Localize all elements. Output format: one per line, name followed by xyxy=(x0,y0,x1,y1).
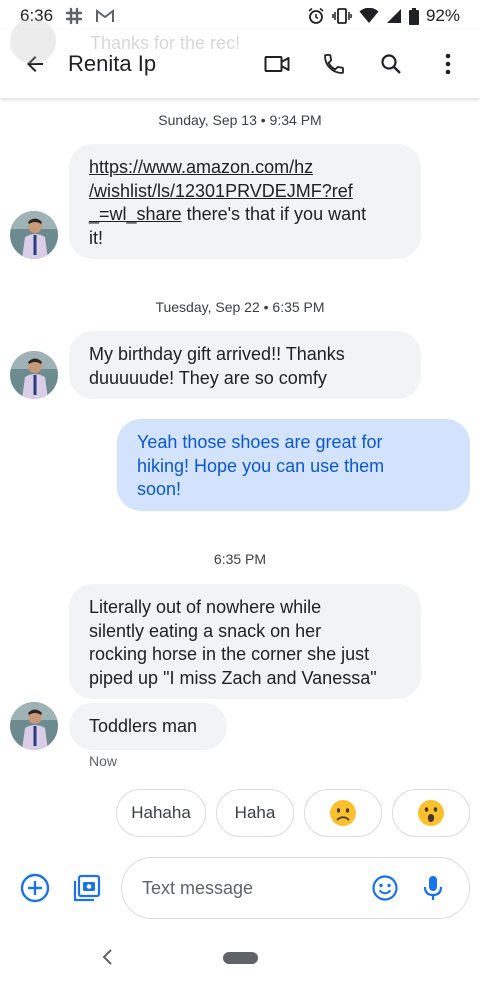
avatar[interactable] xyxy=(10,211,58,259)
chevron-left-icon xyxy=(102,949,112,965)
message-text: piped up "I miss Zach and Vanessa" xyxy=(89,667,377,688)
message-bubble-outgoing[interactable]: Yeah those shoes are great for hiking! H… xyxy=(117,419,470,511)
suggestion-label: Haha xyxy=(234,803,276,822)
battery-icon xyxy=(408,7,419,25)
status-bar: 6:36 92% xyxy=(0,0,480,32)
microphone-icon xyxy=(423,876,443,900)
add-circle-icon xyxy=(20,873,50,903)
wifi-icon xyxy=(359,8,379,24)
home-pill[interactable] xyxy=(223,952,258,964)
compose-bar xyxy=(0,857,480,919)
vibrate-icon xyxy=(332,8,352,24)
date-separator: Tuesday, Sep 22 • 6:35 PM xyxy=(155,299,325,315)
avatar[interactable] xyxy=(10,351,58,399)
photo-camera-icon xyxy=(73,874,101,902)
message-status: Now xyxy=(89,753,118,769)
message-text: duuuuude! They are so comfy xyxy=(89,367,327,388)
message-text: silently eating a snack on her xyxy=(89,620,322,641)
message-link[interactable]: /wishlist/ls/12301PRVDEJMF?ref xyxy=(89,181,353,201)
suggestion-chip-hahaha[interactable]: Hahaha xyxy=(116,789,206,837)
more-vert-icon xyxy=(445,53,451,75)
gallery-button[interactable] xyxy=(63,864,111,912)
suggestion-label: Hahaha xyxy=(131,803,191,822)
message-text: rocking horse in the corner she just xyxy=(89,644,370,664)
message-text: My birthday gift arrived!! Thanks xyxy=(89,344,345,364)
message-bubble-incoming[interactable]: Literally out of nowhere while silently … xyxy=(69,584,421,699)
date-separator: Sunday, Sep 13 • 9:34 PM xyxy=(158,112,322,128)
voice-input-button[interactable] xyxy=(409,864,457,912)
back-button[interactable] xyxy=(11,40,59,88)
compose-field[interactable] xyxy=(121,857,470,919)
text-message-input[interactable] xyxy=(142,877,362,899)
more-options-button[interactable] xyxy=(424,40,472,88)
message-text: it! xyxy=(89,227,104,248)
message-text: there's that if you want xyxy=(181,204,367,224)
message-bubble-incoming[interactable]: My birthday gift arrived!! Thanks duuuuu… xyxy=(69,331,421,399)
message-bubble-incoming[interactable]: Toddlers man xyxy=(69,703,227,750)
message-bubble-incoming[interactable]: https://www.amazon.com/hz /wishlist/ls/1… xyxy=(69,144,421,259)
add-attachment-button[interactable] xyxy=(11,864,59,912)
surprised-face-emoji-icon xyxy=(418,800,444,826)
suggestion-chip-haha[interactable]: Haha xyxy=(216,789,294,837)
arrow-back-icon xyxy=(27,56,43,72)
message-text: Yeah those shoes are great for xyxy=(137,432,383,452)
video-call-icon xyxy=(264,56,290,72)
slack-icon xyxy=(65,7,83,25)
video-call-button[interactable] xyxy=(253,40,301,88)
time-separator: 6:35 PM xyxy=(213,551,267,567)
search-button[interactable] xyxy=(367,40,415,88)
emoji-button[interactable] xyxy=(361,864,409,912)
emoji-icon xyxy=(372,875,398,901)
message-text: Toddlers man xyxy=(89,716,198,736)
avatar[interactable] xyxy=(10,702,58,750)
alarm-icon xyxy=(307,7,325,25)
search-icon xyxy=(381,54,401,74)
status-time: 6:36 xyxy=(20,6,54,25)
message-text: hiking! Hope you can use them xyxy=(137,455,385,476)
suggestion-chip-surprised-emoji[interactable] xyxy=(392,789,470,837)
phone-icon xyxy=(324,54,344,74)
signal-icon xyxy=(386,8,402,24)
gmail-icon xyxy=(95,8,115,24)
phone-call-button[interactable] xyxy=(310,40,358,88)
message-text: Literally out of nowhere while xyxy=(89,597,322,617)
battery-percent: 92% xyxy=(425,6,460,25)
system-back-button[interactable] xyxy=(96,945,120,969)
suggestion-chip-worried-emoji[interactable] xyxy=(304,789,382,837)
worried-face-emoji-icon xyxy=(330,800,356,826)
app-bar: Renita Ip xyxy=(0,30,480,98)
contact-name[interactable]: Renita Ip xyxy=(68,51,156,77)
message-link[interactable]: https://www.amazon.com/hz xyxy=(89,157,313,177)
message-text: soon! xyxy=(137,479,182,499)
message-link[interactable]: _=wl_share xyxy=(89,204,182,224)
